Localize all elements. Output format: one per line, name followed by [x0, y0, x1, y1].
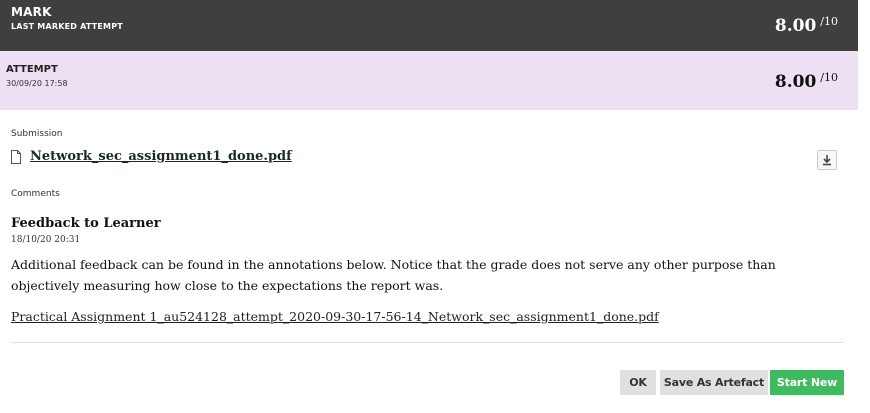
feedback-attachment-link[interactable]: Practical Assignment 1_au524128_attempt_…: [11, 309, 659, 324]
comments-label: Comments: [11, 189, 60, 199]
attempt-date: 30/09/20 17:58: [6, 79, 68, 88]
feedback-date: 18/10/20 20:31: [11, 235, 81, 245]
mark-header: MARK LAST MARKED ATTEMPT 8.00/10: [0, 0, 858, 51]
feedback-text: Additional feedback can be found in the …: [11, 257, 776, 293]
ok-button[interactable]: OK: [620, 370, 656, 395]
attempt-score-max: /10: [820, 71, 838, 84]
submission-file-name[interactable]: Network_sec_assignment1_done.pdf: [30, 149, 292, 164]
document-icon: [11, 149, 21, 164]
mark-score-value: 8.00: [774, 16, 817, 36]
mark-title: MARK: [11, 5, 52, 19]
submission-file-link[interactable]: Network_sec_assignment1_done.pdf: [11, 149, 292, 164]
mark-score: 8.00/10: [775, 15, 838, 36]
mark-subtitle: LAST MARKED ATTEMPT: [11, 22, 123, 31]
mark-score-max: /10: [820, 15, 838, 28]
grade-panel: MARK LAST MARKED ATTEMPT 8.00/10 ATTEMPT…: [0, 0, 858, 413]
save-as-artefact-button[interactable]: Save As Artefact: [660, 370, 768, 395]
attempt-title: ATTEMPT: [6, 64, 58, 75]
download-button[interactable]: [817, 150, 837, 170]
attempt-score: 8.00/10: [775, 71, 838, 92]
download-icon: [823, 154, 831, 165]
submission-label: Submission: [11, 129, 63, 139]
divider: [11, 342, 844, 343]
start-new-button[interactable]: Start New: [770, 370, 844, 395]
attempt-header[interactable]: ATTEMPT 30/09/20 17:58 8.00/10: [0, 51, 858, 110]
feedback-title: Feedback to Learner: [11, 216, 161, 231]
attempt-score-value: 8.00: [774, 72, 817, 92]
